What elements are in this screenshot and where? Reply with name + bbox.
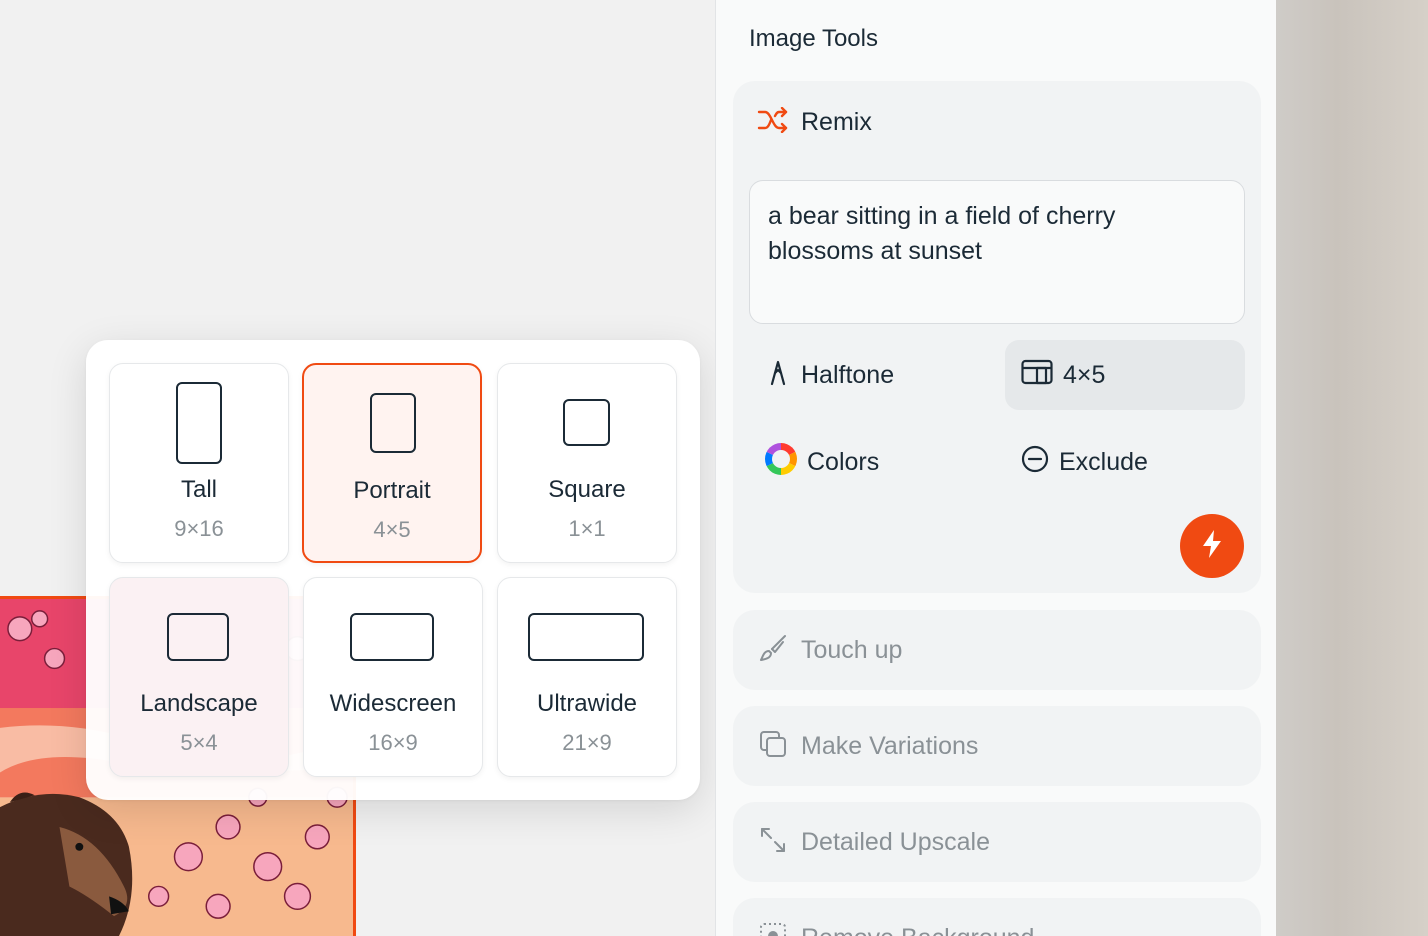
aspect-option-ratio: 5×4 — [180, 730, 218, 755]
halftone-option[interactable]: Halftone — [749, 340, 989, 410]
widescreen-frame-icon — [350, 613, 434, 661]
tall-frame-icon — [176, 382, 222, 464]
remove-background-label: Remove Background — [801, 924, 1034, 936]
detailed-upscale-tool[interactable]: Detailed Upscale — [733, 802, 1261, 882]
expand-icon — [759, 826, 787, 859]
aspect-option-square[interactable]: Square 1×1 — [497, 363, 677, 563]
aspect-ratio-popup: Tall 9×16 Portrait 4×5 Square 1×1 Landsc… — [86, 340, 700, 800]
aspect-option-name: Tall — [180, 476, 217, 503]
aspect-option-ratio: 4×5 — [373, 517, 411, 542]
remix-panel: Remix a bear sitting in a field of cherr… — [733, 81, 1261, 593]
aspect-ratio-label: 4×5 — [1063, 360, 1106, 389]
colors-option[interactable]: Colors — [749, 427, 989, 497]
generate-button[interactable] — [1180, 514, 1244, 578]
exclude-option[interactable]: Exclude — [1005, 427, 1245, 497]
landscape-frame-icon — [167, 613, 229, 661]
lightning-icon — [1200, 529, 1224, 564]
aspect-option-ratio: 9×16 — [174, 516, 224, 541]
aspect-option-name: Landscape — [140, 690, 258, 717]
aspect-option-ratio: 21×9 — [562, 730, 612, 755]
aspect-option-name: Ultrawide — [536, 690, 638, 717]
colors-label: Colors — [807, 447, 880, 476]
color-wheel-icon — [765, 442, 797, 482]
aspect-option-name: Widescreen — [329, 690, 457, 717]
shuffle-icon — [757, 106, 789, 138]
remove-background-icon — [759, 922, 787, 936]
aspect-option-tall[interactable]: Tall 9×16 — [109, 363, 289, 563]
portrait-frame-icon — [370, 393, 416, 453]
aspect-ratio-option[interactable]: 4×5 — [1005, 340, 1245, 410]
brush-icon — [759, 634, 787, 667]
aspect-option-ratio: 16×9 — [368, 730, 418, 755]
halftone-label: Halftone — [801, 360, 895, 389]
touch-up-tool[interactable]: Touch up — [733, 610, 1261, 690]
aspect-option-ratio: 1×1 — [568, 516, 606, 541]
aspect-option-landscape[interactable]: Landscape 5×4 — [109, 577, 289, 777]
ultrawide-frame-icon — [528, 613, 644, 661]
aspect-option-ultrawide[interactable]: Ultrawide 21×9 — [497, 577, 677, 777]
detailed-upscale-label: Detailed Upscale — [801, 827, 990, 856]
make-variations-tool[interactable]: Make Variations — [733, 706, 1261, 786]
pen-nib-icon — [765, 358, 791, 393]
exclude-label: Exclude — [1059, 447, 1148, 476]
sidebar-title: Image Tools — [749, 25, 878, 52]
aspect-option-portrait[interactable]: Portrait 4×5 — [302, 363, 482, 563]
aspect-option-name: Square — [548, 476, 626, 503]
remix-header[interactable]: Remix — [757, 106, 872, 138]
remix-label: Remix — [801, 108, 872, 136]
desktop-wallpaper — [1276, 0, 1428, 936]
remove-background-tool[interactable]: Remove Background — [733, 898, 1261, 936]
aspect-option-widescreen[interactable]: Widescreen 16×9 — [303, 577, 483, 777]
minus-circle-icon — [1021, 445, 1049, 480]
aspect-option-name: Portrait — [353, 477, 431, 504]
square-frame-icon — [563, 399, 610, 446]
make-variations-label: Make Variations — [801, 731, 979, 760]
touch-up-label: Touch up — [801, 635, 903, 664]
aspect-ratio-icon — [1021, 359, 1053, 392]
prompt-input[interactable]: a bear sitting in a field of cherry blos… — [749, 180, 1245, 324]
variations-icon — [759, 730, 787, 763]
image-tools-sidebar: Image Tools Remix a bear sitting in a fi… — [715, 0, 1276, 936]
canvas-area: Tall 9×16 Portrait 4×5 Square 1×1 Landsc… — [0, 0, 715, 936]
